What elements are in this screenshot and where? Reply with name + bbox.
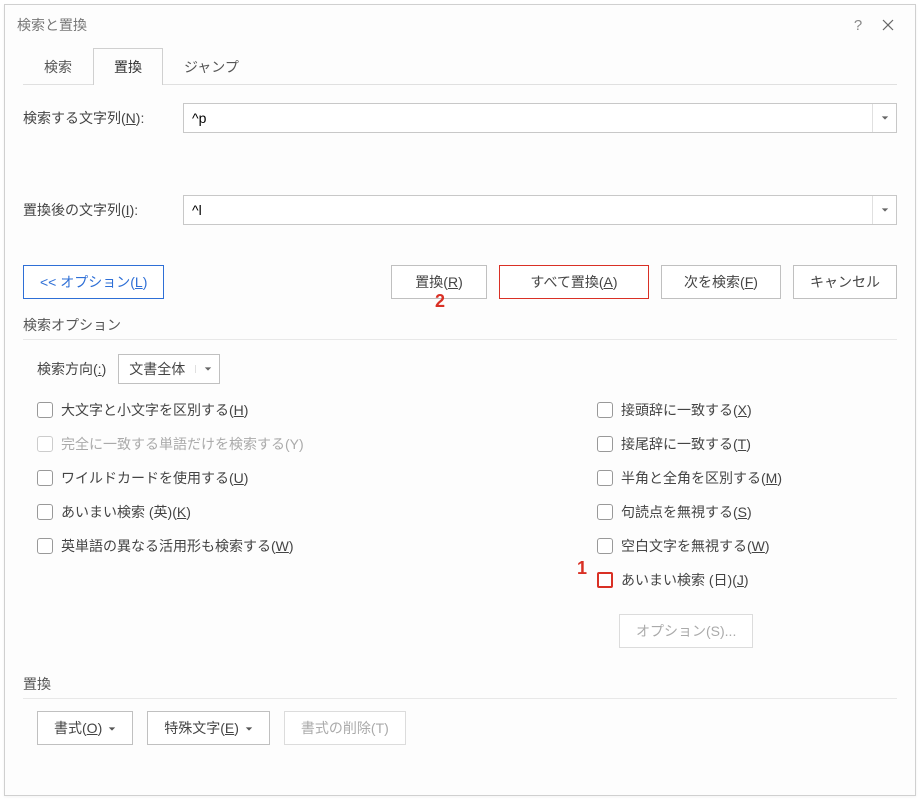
chevron-down-icon <box>881 206 889 214</box>
find-combo[interactable] <box>183 103 897 133</box>
search-options-heading: 検索オプション <box>23 315 897 340</box>
check-fuzzy-en[interactable]: あいまい検索 (英)(K) <box>37 502 597 522</box>
no-formatting-button: 書式の削除(T) <box>284 711 406 745</box>
check-whole-word: 完全に一致する単語だけを検索する(Y) <box>37 434 597 454</box>
tab-search[interactable]: 検索 <box>23 48 93 85</box>
direction-row: 検索方向(:) 文書全体 <box>37 354 897 384</box>
caret-down-icon <box>245 720 253 736</box>
checkbox-area: 大文字と小文字を区別する(H) 完全に一致する単語だけを検索する(Y) ワイルド… <box>37 400 897 648</box>
check-ignore-space[interactable]: 空白文字を無視する(W) <box>597 536 897 556</box>
find-input[interactable] <box>184 104 872 132</box>
check-prefix[interactable]: 接頭辞に一致する(X) <box>597 400 897 420</box>
help-button[interactable]: ? <box>843 10 873 40</box>
check-suffix[interactable]: 接尾辞に一致する(T) <box>597 434 897 454</box>
cancel-button[interactable]: キャンセル <box>793 265 897 299</box>
dialog-title: 検索と置換 <box>17 15 87 35</box>
options-button[interactable]: << オプション(L) <box>23 265 164 299</box>
replace-section-heading: 置換 <box>23 674 897 699</box>
replace-all-button[interactable]: すべて置換(A) <box>499 265 649 299</box>
format-button[interactable]: 書式(O) <box>37 711 133 745</box>
check-match-case[interactable]: 大文字と小文字を区別する(H) <box>37 400 597 420</box>
direction-value: 文書全体 <box>119 359 195 379</box>
main-button-row: << オプション(L) 置換(R) すべて置換(A) 次を検索(F) キャンセル <box>23 265 897 299</box>
chevron-down-icon <box>881 114 889 122</box>
find-next-button[interactable]: 次を検索(F) <box>661 265 781 299</box>
check-width[interactable]: 半角と全角を区別する(M) <box>597 468 897 488</box>
replace-row: 置換後の文字列(I): <box>23 195 897 225</box>
check-wildcards[interactable]: ワイルドカードを使用する(U) <box>37 468 597 488</box>
titlebar: 検索と置換 ? <box>5 5 915 45</box>
replace-input[interactable] <box>184 196 872 224</box>
annotation-1: 1 <box>577 558 587 579</box>
check-word-forms[interactable]: 英単語の異なる活用形も検索する(W) <box>37 536 597 556</box>
check-ignore-punct[interactable]: 句読点を無視する(S) <box>597 502 897 522</box>
annotation-2: 2 <box>435 291 445 312</box>
replace-buttons: 書式(O) 特殊文字(E) 書式の削除(T) <box>37 711 897 745</box>
find-dropdown[interactable] <box>872 104 896 132</box>
check-fuzzy-jp[interactable]: あいまい検索 (日)(J) <box>597 570 897 590</box>
special-button[interactable]: 特殊文字(E) <box>147 711 270 745</box>
checks-left: 大文字と小文字を区別する(H) 完全に一致する単語だけを検索する(Y) ワイルド… <box>37 400 597 648</box>
direction-select[interactable]: 文書全体 <box>118 354 220 384</box>
tab-jump[interactable]: ジャンプ <box>163 48 260 85</box>
replace-combo[interactable] <box>183 195 897 225</box>
chevron-down-icon <box>204 365 212 373</box>
close-icon <box>882 19 894 31</box>
find-replace-dialog: 検索と置換 ? 検索 置換 ジャンプ 検索する文字列(N): 置換後の文字列(I… <box>4 4 916 796</box>
fuzzy-options-button: オプション(S)... <box>619 614 753 648</box>
close-button[interactable] <box>873 10 903 40</box>
direction-dropdown[interactable] <box>195 365 219 373</box>
tab-replace[interactable]: 置換 <box>93 48 163 85</box>
tab-bar: 検索 置換 ジャンプ <box>23 47 897 85</box>
replace-label: 置換後の文字列(I): <box>23 200 183 220</box>
checks-right: 接頭辞に一致する(X) 接尾辞に一致する(T) 半角と全角を区別する(M) 句読… <box>597 400 897 648</box>
find-label: 検索する文字列(N): <box>23 108 183 128</box>
direction-label: 検索方向(:) <box>37 359 106 379</box>
caret-down-icon <box>108 720 116 736</box>
find-row: 検索する文字列(N): <box>23 103 897 133</box>
replace-dropdown[interactable] <box>872 196 896 224</box>
